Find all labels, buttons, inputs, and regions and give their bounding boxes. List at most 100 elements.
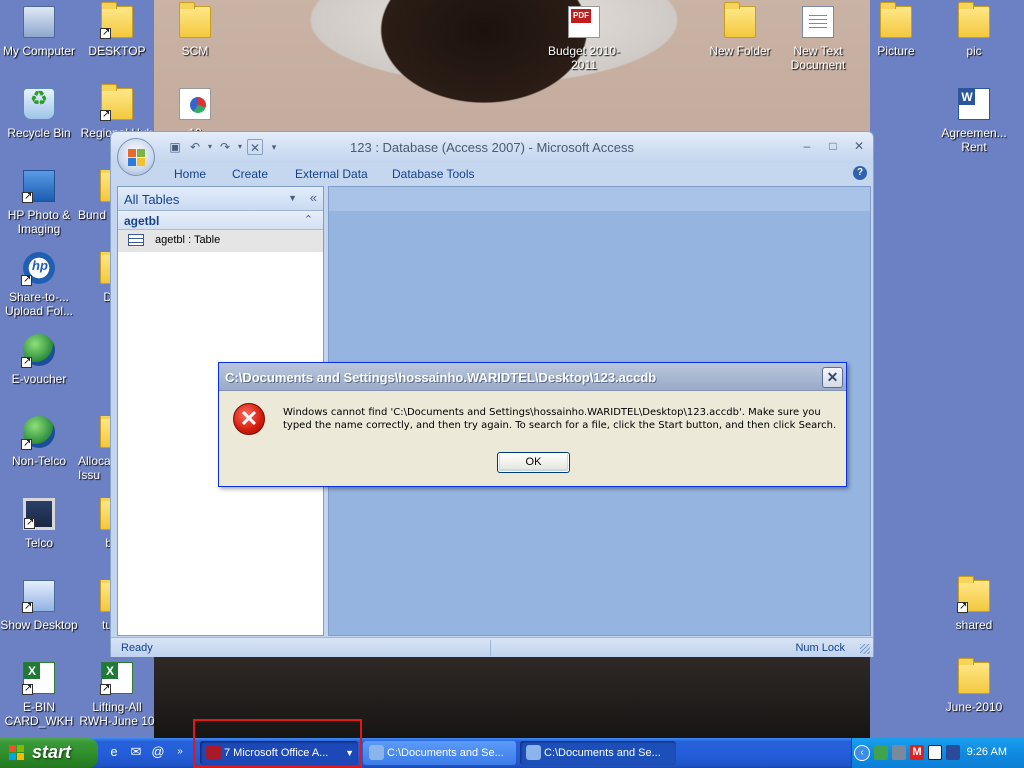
desktop-icon-bund[interactable]: Bund — [78, 170, 112, 222]
nav-item-label: agetbl : Table — [155, 234, 221, 246]
security-icon[interactable] — [892, 745, 906, 760]
desktop-icon-e-bin-card[interactable]: E-BIN CARD_WKH — [0, 662, 78, 728]
desktop-icon-agreement-rent[interactable]: Agreemen... Rent — [935, 88, 1013, 154]
globe-network-icon — [21, 416, 55, 451]
chart-file-icon — [179, 88, 211, 120]
desktop-icon-picture[interactable]: Picture — [857, 2, 935, 58]
clock[interactable]: 9:26 AM — [967, 746, 1007, 758]
task-label: C:\Documents and Se... — [544, 747, 661, 759]
window-title: 123 : Database (Access 2007) - Microsoft… — [350, 140, 634, 155]
tab-database-tools[interactable]: Database Tools — [392, 167, 475, 181]
close-icon[interactable]: ✕ — [851, 138, 867, 154]
error-dialog: C:\Documents and Settings\hossainho.WARI… — [218, 362, 847, 487]
folder-icon — [957, 576, 990, 614]
outlook-icon[interactable]: ✉ — [128, 743, 144, 761]
excel-icon — [22, 662, 55, 696]
resize-grip-icon[interactable] — [860, 644, 870, 654]
status-num-lock: Num Lock — [795, 642, 845, 654]
maximize-icon[interactable]: □ — [825, 138, 841, 154]
desktop-icon-new-text-document[interactable]: New Text Document — [779, 6, 857, 72]
desktop-icon-tu[interactable]: tu — [78, 580, 112, 632]
start-button[interactable]: start — [0, 738, 98, 768]
media-player-icon[interactable] — [928, 745, 942, 760]
tab-external-data[interactable]: External Data — [295, 167, 368, 181]
nav-item-agetbl[interactable]: agetbl : Table — [118, 230, 323, 252]
desktop-icon-june-2010[interactable]: June-2010 — [935, 658, 1013, 714]
network-icon[interactable] — [874, 745, 888, 760]
dialog-message: Windows cannot find 'C:\Documents and Se… — [283, 407, 837, 431]
desktop-icon-allocation[interactable]: Alloca Issu — [78, 416, 112, 482]
ie-secondary-icon[interactable]: @ — [150, 743, 166, 761]
folder-icon — [100, 2, 133, 40]
help-icon[interactable]: ? — [853, 166, 867, 180]
status-ready: Ready — [121, 642, 153, 654]
explorer-window-icon — [526, 745, 541, 760]
folder-icon — [958, 658, 990, 694]
desktop-icon-lifting-all[interactable]: Lifting-All RWH-June 10 — [78, 662, 156, 728]
access-title-bar[interactable]: ▣ ↶ ▾ ↷ ▾ ✕ ▾ 123 : Database (Access 200… — [111, 132, 873, 163]
collapse-pane-icon[interactable]: « — [310, 190, 317, 205]
folder-icon — [958, 2, 990, 38]
folder-icon — [179, 2, 211, 38]
dialog-title: C:\Documents and Settings\hossainho.WARI… — [225, 370, 657, 385]
recycle-bin-icon — [23, 88, 55, 120]
nav-pane-title: All Tables — [124, 192, 180, 207]
text-document-icon — [802, 6, 834, 38]
folder-icon — [724, 2, 756, 38]
desktop-icon-recycle-bin[interactable]: Recycle Bin — [0, 88, 78, 140]
nav-group-title: agetbl — [124, 214, 160, 228]
desktop-icon-share-to-upload[interactable]: Share-to-... Upload Fol... — [0, 252, 78, 318]
desktop-icon-shared[interactable]: shared — [935, 576, 1013, 632]
desktop-icon-desktop[interactable]: DESKTOP — [78, 2, 156, 58]
globe-icon — [21, 334, 55, 369]
close-icon[interactable]: ✕ — [822, 367, 843, 388]
dialog-title-bar[interactable]: C:\Documents and Settings\hossainho.WARI… — [219, 363, 846, 391]
folder-icon — [100, 84, 133, 122]
window-controls: – □ ✕ — [799, 138, 867, 154]
error-icon: ✕ — [233, 403, 265, 435]
tab-create[interactable]: Create — [232, 167, 268, 181]
explorer-window-icon — [369, 745, 384, 760]
show-hidden-icons-icon[interactable]: ‹ — [854, 745, 870, 761]
chevron-more-icon[interactable]: » — [172, 743, 188, 761]
desktop-icon-non-telco[interactable]: Non-Telco — [0, 416, 78, 468]
hp-share-icon — [21, 252, 55, 287]
my-computer-icon — [23, 6, 55, 38]
desktop-icon-hp-photo[interactable]: HP Photo & Imaging — [0, 170, 78, 236]
task-label: C:\Documents and Se... — [387, 747, 504, 759]
table-icon — [128, 234, 144, 246]
start-label: start — [32, 742, 72, 762]
windows-logo-icon — [9, 745, 25, 761]
desktop-icon-new-folder[interactable]: New Folder — [701, 2, 779, 58]
nav-group-header[interactable]: agetbl ⌃ — [118, 211, 323, 230]
desktop-icon-scm[interactable]: SCM — [156, 2, 234, 58]
internet-explorer-icon[interactable]: e — [106, 743, 122, 761]
minimize-icon[interactable]: – — [799, 138, 815, 154]
office-button[interactable] — [117, 138, 155, 176]
desktop-icon-d[interactable]: D — [78, 252, 112, 304]
quick-launch: e ✉ @ » — [106, 743, 188, 761]
highlight-annotation — [193, 719, 362, 768]
monitor-tray-icon[interactable] — [946, 745, 960, 760]
show-desktop-icon — [22, 580, 55, 614]
desktop-icon-show-desktop[interactable]: Show Desktop — [0, 580, 78, 632]
desktop-icon-my-computer[interactable]: My Computer — [0, 6, 78, 58]
folder-icon — [880, 2, 912, 38]
ok-button[interactable]: OK — [497, 452, 570, 473]
desktop-icon-e-voucher[interactable]: E-voucher — [0, 334, 78, 386]
desktop-icon-pic[interactable]: pic — [935, 2, 1013, 58]
nav-pane-header[interactable]: All Tables ▼ « — [118, 187, 323, 211]
monitor-icon — [23, 498, 55, 530]
task-explorer-2[interactable]: C:\Documents and Se... — [520, 741, 676, 765]
collapse-group-icon[interactable]: ⌃ — [304, 213, 313, 226]
mcafee-icon[interactable]: M — [910, 745, 924, 760]
chevron-down-icon[interactable]: ▼ — [288, 193, 297, 203]
desktop-icon-telco[interactable]: Telco — [0, 498, 78, 550]
task-explorer-1[interactable]: C:\Documents and Se... — [363, 741, 516, 765]
tab-home[interactable]: Home — [174, 167, 206, 181]
desktop-icon-budget[interactable]: Budget 2010-2011 — [545, 6, 623, 72]
office-logo-icon — [128, 149, 146, 167]
taskbar: start e ✉ @ » 7 Microsoft Office A... ▼ … — [0, 738, 1024, 768]
desktop-icon-b[interactable]: b — [78, 498, 112, 550]
pdf-icon — [568, 6, 600, 38]
